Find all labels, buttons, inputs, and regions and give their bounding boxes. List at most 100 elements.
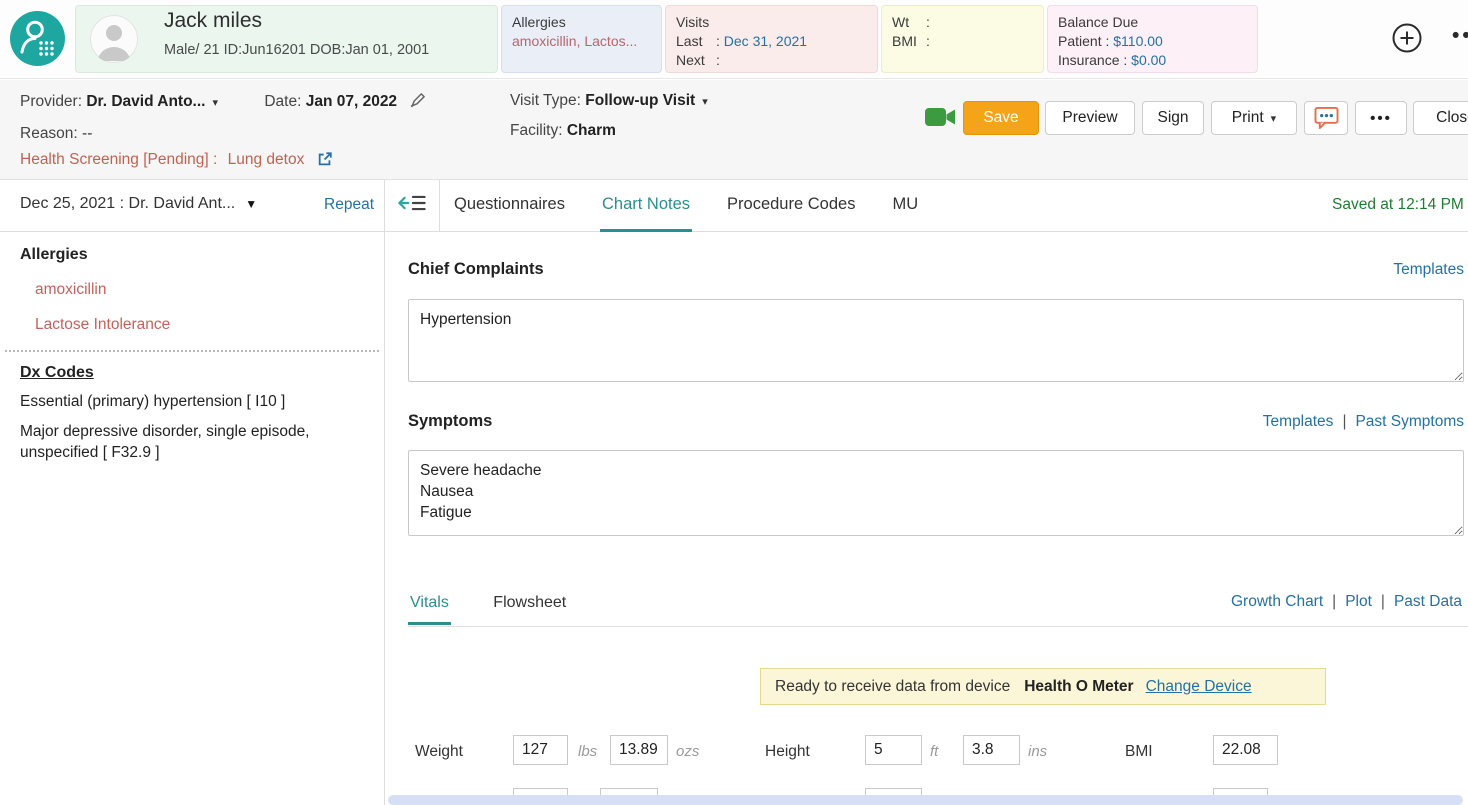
horizontal-scrollbar[interactable]: [388, 795, 1463, 805]
device-status-message: Ready to receive data from device: [775, 678, 1010, 696]
chief-complaints-input[interactable]: Hypertension: [408, 299, 1464, 382]
visits-card-title: Visits: [676, 13, 867, 32]
reason-value: --: [82, 125, 92, 142]
preview-button[interactable]: Preview: [1045, 101, 1135, 135]
balance-patient-value: $110.00: [1113, 33, 1163, 49]
video-call-icon[interactable]: [924, 106, 956, 128]
tab-chart-notes[interactable]: Chart Notes: [600, 180, 692, 232]
allergies-card[interactable]: Allergies amoxicillin, Lactos...: [501, 5, 662, 73]
wt-label: Wt: [892, 13, 926, 32]
next-visit-label: Next: [676, 51, 716, 70]
more-options-button[interactable]: •••: [1355, 101, 1407, 135]
bmi-field-label: BMI: [1125, 743, 1153, 761]
close-button[interactable]: Close: [1413, 101, 1468, 135]
tab-questionnaires[interactable]: Questionnaires: [452, 180, 567, 232]
height-ft-input[interactable]: [865, 735, 922, 765]
weight-ozs-unit: ozs: [676, 743, 699, 760]
chevron-down-icon: ▾: [702, 96, 708, 108]
charm-ehr-screen: Jack miles Male/ 21 ID:Jun16201 DOB:Jan …: [0, 0, 1468, 805]
visit-type-select[interactable]: Follow-up Visit: [585, 92, 695, 109]
saved-status: Saved at 12:14 PM: [1332, 196, 1464, 214]
sidebar-dx-codes-title: Dx Codes: [20, 364, 384, 382]
tab-flowsheet[interactable]: Flowsheet: [491, 588, 568, 622]
symptoms-title: Symptoms: [408, 412, 492, 431]
provider-select[interactable]: Dr. David Anto...: [86, 93, 205, 110]
visits-card[interactable]: Visits Last: Dec 31, 2021 Next:: [665, 5, 878, 73]
device-status-banner: Ready to receive data from device Health…: [760, 668, 1326, 705]
encounter-date: Jan 07, 2022: [306, 93, 397, 110]
allergy-item: amoxicillin: [35, 281, 384, 299]
provider-label: Provider:: [20, 93, 82, 110]
charm-logo-icon[interactable]: [10, 11, 65, 66]
add-icon[interactable]: [1391, 22, 1423, 54]
weight-label: Weight: [415, 743, 463, 761]
dx-code-item: Major depressive disorder, single episod…: [20, 421, 366, 463]
tab-vitals[interactable]: Vitals: [408, 588, 451, 625]
sign-button[interactable]: Sign: [1142, 101, 1204, 135]
chevron-down-icon: ▼: [245, 197, 257, 211]
sidebar-divider: [5, 350, 379, 352]
height-label: Height: [765, 743, 810, 761]
patient-name: Jack miles: [164, 11, 262, 30]
patient-avatar: [90, 15, 138, 63]
height-ins-unit: ins: [1028, 743, 1047, 760]
symptoms-input[interactable]: Severe headache Nausea Fatigue: [408, 450, 1464, 536]
balance-insurance-label: Insurance: [1058, 52, 1119, 68]
edit-date-icon[interactable]: [410, 95, 426, 112]
past-data-link[interactable]: Past Data: [1394, 593, 1462, 610]
chief-templates-link[interactable]: Templates: [1393, 261, 1464, 278]
balance-due-title: Balance Due: [1058, 13, 1247, 32]
change-device-link[interactable]: Change Device: [1146, 678, 1252, 696]
patient-banner: Jack miles Male/ 21 ID:Jun16201 DOB:Jan …: [0, 0, 1468, 79]
allergies-card-title: Allergies: [512, 13, 651, 32]
tab-procedure-codes[interactable]: Procedure Codes: [725, 180, 857, 232]
plot-link[interactable]: Plot: [1345, 593, 1372, 610]
chart-notes-panel: Chief Complaints Templates Hypertension …: [385, 232, 1468, 805]
banner-more-options-icon[interactable]: •••: [1452, 24, 1468, 48]
save-button[interactable]: Save: [963, 101, 1039, 135]
height-ft-unit: ft: [930, 743, 938, 760]
balance-due-card[interactable]: Balance Due Patient : $110.00 Insurance …: [1047, 5, 1258, 73]
patient-summary-card[interactable]: Jack miles Male/ 21 ID:Jun16201 DOB:Jan …: [75, 5, 498, 73]
bmi-label: BMI: [892, 32, 926, 51]
encounter-body: Dec 25, 2021 : Dr. David Ant...▼ Repeat …: [0, 180, 1468, 805]
chat-button[interactable]: [1304, 101, 1348, 135]
encounter-header: Provider: Dr. David Anto... ▾ Date: Jan 0…: [0, 80, 1468, 180]
chevron-down-icon: ▾: [1271, 113, 1277, 125]
weight-lbs-unit: lbs: [578, 743, 597, 760]
reason-label: Reason:: [20, 125, 78, 142]
allergy-item: Lactose Intolerance: [35, 316, 384, 334]
chart-tabs-bar: Questionnaires Chart Notes Procedure Cod…: [440, 180, 1468, 232]
growth-chart-link[interactable]: Growth Chart: [1231, 593, 1323, 610]
previous-encounter-select[interactable]: Dec 25, 2021 : Dr. David Ant...▼: [20, 195, 257, 213]
health-screening-value: Lung detox: [228, 151, 305, 168]
height-ins-input[interactable]: [963, 735, 1020, 765]
weight-lbs-input[interactable]: [513, 735, 568, 765]
print-button[interactable]: Print▾: [1211, 101, 1297, 135]
facility-label: Facility:: [510, 122, 563, 139]
past-symptoms-link[interactable]: Past Symptoms: [1355, 413, 1464, 430]
device-name: Health O Meter: [1024, 678, 1133, 696]
allergies-summary: amoxicillin, Lactos...: [512, 32, 651, 51]
facility-value: Charm: [567, 122, 616, 139]
external-link-icon: [317, 154, 333, 171]
weight-ozs-input[interactable]: [610, 735, 668, 765]
chevron-down-icon: ▾: [212, 97, 218, 109]
symptoms-templates-link[interactable]: Templates: [1263, 413, 1334, 430]
last-visit-label: Last: [676, 32, 716, 51]
tab-mu[interactable]: MU: [890, 180, 920, 232]
collapse-sidebar-button[interactable]: [385, 180, 440, 232]
bmi-input[interactable]: [1213, 735, 1278, 765]
health-screening-link[interactable]: Health Screening [Pending] : Lung detox: [20, 151, 333, 172]
vitals-tabs-bar: Vitals Flowsheet Growth Chart|Plot|Past …: [408, 588, 1468, 627]
repeat-link[interactable]: Repeat: [324, 196, 374, 214]
date-label: Date:: [264, 93, 301, 110]
chief-complaints-title: Chief Complaints: [408, 260, 544, 279]
balance-insurance-value: $0.00: [1131, 52, 1166, 68]
sidebar-allergies-title: Allergies: [20, 246, 384, 264]
visit-type-label: Visit Type:: [510, 92, 581, 109]
health-screening-label: Health Screening [Pending] :: [20, 151, 217, 168]
chat-bubble-icon: [1314, 116, 1339, 133]
wt-bmi-card[interactable]: Wt: BMI:: [881, 5, 1044, 73]
collapse-sidebar-icon: [398, 193, 426, 218]
